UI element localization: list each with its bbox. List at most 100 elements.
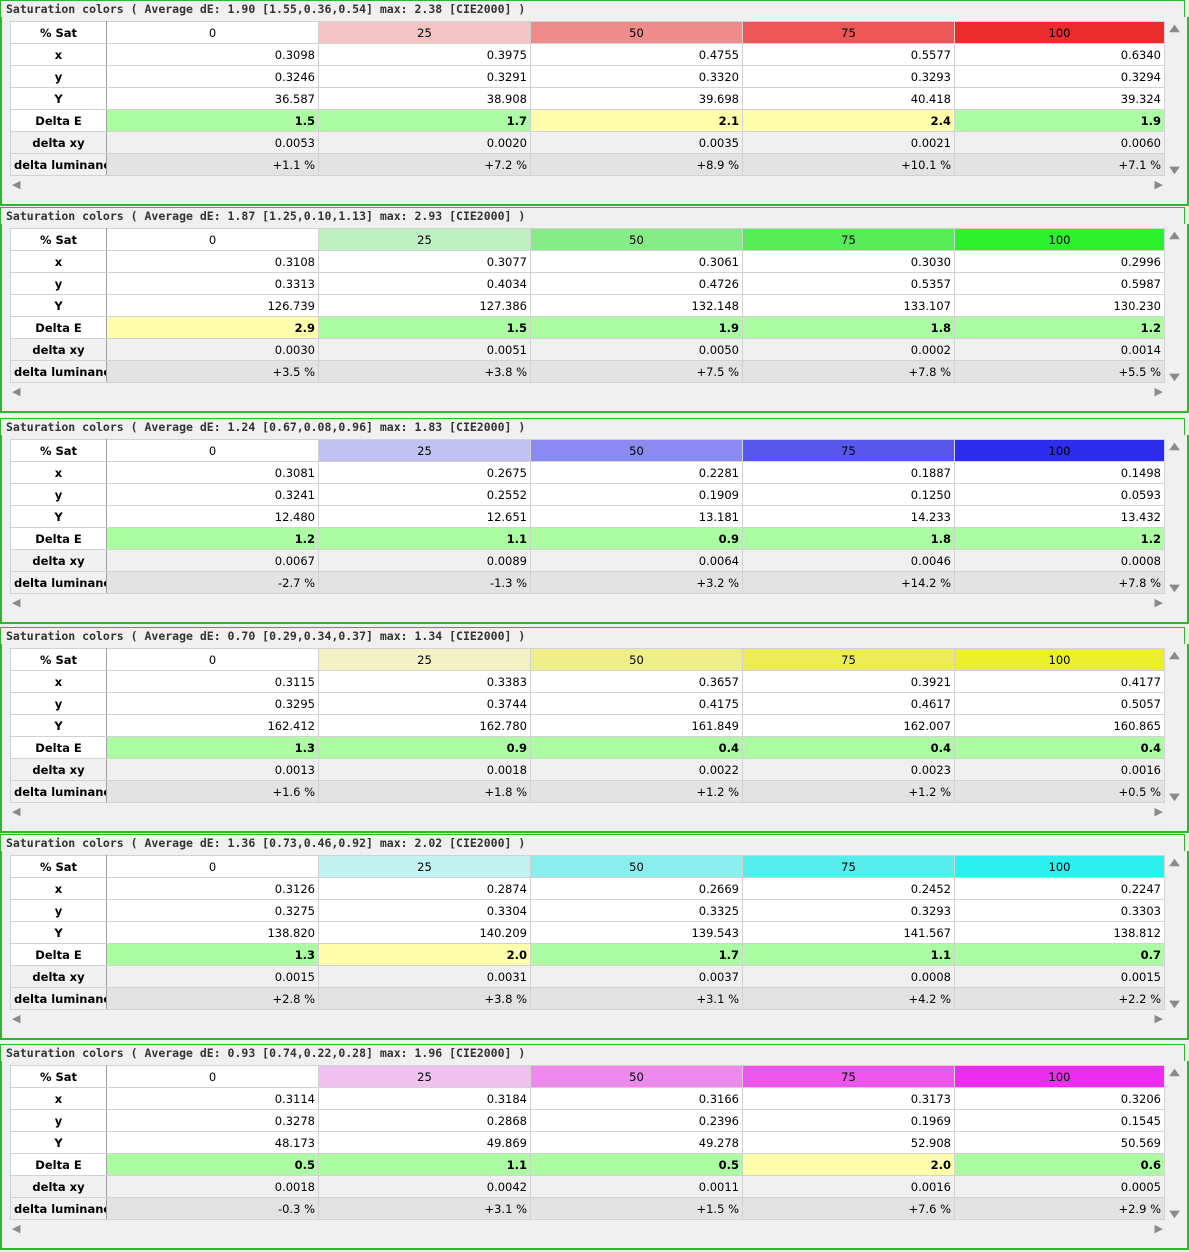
value-cell: 0.4175: [530, 692, 743, 715]
vertical-scrollbar[interactable]: ▲ ▼: [1166, 648, 1183, 803]
value-cell: 0.2552: [318, 483, 531, 506]
row-label: delta xy: [10, 758, 107, 781]
value-cell: 0.3115: [106, 670, 319, 693]
scroll-right-icon[interactable]: ▶: [1155, 178, 1163, 191]
row-label: Y: [10, 505, 107, 528]
value-cell: 0.2281: [530, 461, 743, 484]
value-cell: 0.5: [106, 1153, 319, 1176]
value-cell: 39.324: [954, 87, 1165, 110]
horizontal-scrollbar[interactable]: ◀ ▶: [10, 596, 1165, 612]
value-cell: 0.0593: [954, 483, 1165, 506]
sat-header-cell: 75: [742, 21, 955, 44]
horizontal-scrollbar[interactable]: ◀ ▶: [10, 805, 1165, 821]
value-cell: 140.209: [318, 921, 531, 944]
value-cell: 13.432: [954, 505, 1165, 528]
scroll-left-icon[interactable]: ◀: [12, 178, 20, 191]
value-cell: +3.5 %: [106, 360, 319, 383]
horizontal-scrollbar[interactable]: ◀ ▶: [10, 385, 1165, 401]
row-label: delta luminance: [10, 571, 107, 594]
value-cell: 0.4755: [530, 43, 743, 66]
value-cell: 0.2675: [318, 461, 531, 484]
row-label: x: [10, 877, 107, 900]
value-cell: 0.3108: [106, 250, 319, 273]
scroll-left-icon[interactable]: ◀: [12, 805, 20, 818]
sat-header-row: % Sat 0 25 50 75 100: [10, 855, 1165, 878]
sat-header-row: % Sat 0 25 50 75 100: [10, 1065, 1165, 1088]
x-row: x 0.3081 0.2675 0.2281 0.1887 0.1498: [10, 461, 1165, 484]
value-cell: 0.2868: [318, 1109, 531, 1132]
value-cell: 0.3275: [106, 899, 319, 922]
saturation-panel: Saturation colors ( Average dE: 0.70 [0.…: [0, 627, 1189, 833]
value-cell: +8.9 %: [530, 153, 743, 176]
scroll-up-icon[interactable]: ▲: [1163, 650, 1187, 661]
panel-title: Saturation colors ( Average dE: 1.90 [1.…: [6, 2, 526, 16]
scroll-down-icon[interactable]: ▼: [1163, 165, 1187, 176]
value-cell: 161.849: [530, 714, 743, 737]
y-row: y 0.3246 0.3291 0.3320 0.3293 0.3294: [10, 65, 1165, 88]
panel-header: Saturation colors ( Average dE: 1.90 [1.…: [0, 0, 1185, 18]
scroll-up-icon[interactable]: ▲: [1163, 441, 1187, 452]
vertical-scrollbar[interactable]: ▲ ▼: [1166, 439, 1183, 594]
value-cell: +0.5 %: [954, 780, 1165, 803]
value-cell: 141.567: [742, 921, 955, 944]
scroll-right-icon[interactable]: ▶: [1155, 385, 1163, 398]
scroll-down-icon[interactable]: ▼: [1163, 999, 1187, 1010]
panel-title: Saturation colors ( Average dE: 1.24 [0.…: [6, 420, 526, 434]
value-cell: 0.0018: [106, 1175, 319, 1198]
scroll-down-icon[interactable]: ▼: [1163, 792, 1187, 803]
vertical-scrollbar[interactable]: ▲ ▼: [1166, 21, 1183, 176]
value-cell: 130.230: [954, 294, 1165, 317]
horizontal-scrollbar[interactable]: ◀ ▶: [10, 178, 1165, 194]
scroll-right-icon[interactable]: ▶: [1155, 596, 1163, 609]
scroll-down-icon[interactable]: ▼: [1163, 372, 1187, 383]
sat-header-row: % Sat 0 25 50 75 100: [10, 21, 1165, 44]
sat-header-cell: 50: [530, 21, 743, 44]
value-cell: 0.1250: [742, 483, 955, 506]
horizontal-scrollbar[interactable]: ◀ ▶: [10, 1222, 1165, 1238]
value-cell: 0.5357: [742, 272, 955, 295]
scroll-down-icon[interactable]: ▼: [1163, 583, 1187, 594]
sat-header-cell: 0: [106, 648, 319, 671]
row-label: x: [10, 1087, 107, 1110]
value-cell: 0.3241: [106, 483, 319, 506]
value-cell: 0.0015: [106, 965, 319, 988]
scroll-right-icon[interactable]: ▶: [1155, 1012, 1163, 1025]
value-cell: +5.5 %: [954, 360, 1165, 383]
scroll-up-icon[interactable]: ▲: [1163, 857, 1187, 868]
value-cell: 0.0021: [742, 131, 955, 154]
horizontal-scrollbar[interactable]: ◀ ▶: [10, 1012, 1165, 1028]
sat-header-cell: 100: [954, 855, 1165, 878]
row-label: Y: [10, 1131, 107, 1154]
row-label: delta luminance: [10, 987, 107, 1010]
sat-header-cell: 100: [954, 439, 1165, 462]
panel-body: % Sat 0 25 50 75 100 x 0.3126 0.2874 0.2669 0.2452…: [0, 851, 1189, 1040]
value-cell: 0.0008: [954, 549, 1165, 572]
luminance-row: Y 36.587 38.908 39.698 40.418 39.324: [10, 87, 1165, 110]
value-cell: 0.9: [530, 527, 743, 550]
value-cell: +2.2 %: [954, 987, 1165, 1010]
value-cell: 0.3313: [106, 272, 319, 295]
scroll-left-icon[interactable]: ◀: [12, 1012, 20, 1025]
vertical-scrollbar[interactable]: ▲ ▼: [1166, 855, 1183, 1010]
scroll-right-icon[interactable]: ▶: [1155, 1222, 1163, 1235]
scroll-down-icon[interactable]: ▼: [1163, 1209, 1187, 1220]
scroll-left-icon[interactable]: ◀: [12, 385, 20, 398]
scroll-left-icon[interactable]: ◀: [12, 596, 20, 609]
scroll-up-icon[interactable]: ▲: [1163, 23, 1187, 34]
value-cell: 0.0050: [530, 338, 743, 361]
value-cell: 0.3081: [106, 461, 319, 484]
scroll-up-icon[interactable]: ▲: [1163, 230, 1187, 241]
value-cell: 49.869: [318, 1131, 531, 1154]
scroll-left-icon[interactable]: ◀: [12, 1222, 20, 1235]
vertical-scrollbar[interactable]: ▲ ▼: [1166, 228, 1183, 383]
delta-e-row: Delta E 1.2 1.1 0.9 1.8 1.2: [10, 527, 1165, 550]
scroll-right-icon[interactable]: ▶: [1155, 805, 1163, 818]
panel-body: % Sat 0 25 50 75 100 x 0.3108 0.3077 0.3061 0.3030…: [0, 224, 1189, 413]
value-cell: 0.4: [954, 736, 1165, 759]
scroll-up-icon[interactable]: ▲: [1163, 1067, 1187, 1078]
value-cell: 0.3206: [954, 1087, 1165, 1110]
value-cell: 1.1: [742, 943, 955, 966]
sat-header-cell: 75: [742, 855, 955, 878]
vertical-scrollbar[interactable]: ▲ ▼: [1166, 1065, 1183, 1220]
value-cell: 2.4: [742, 109, 955, 132]
